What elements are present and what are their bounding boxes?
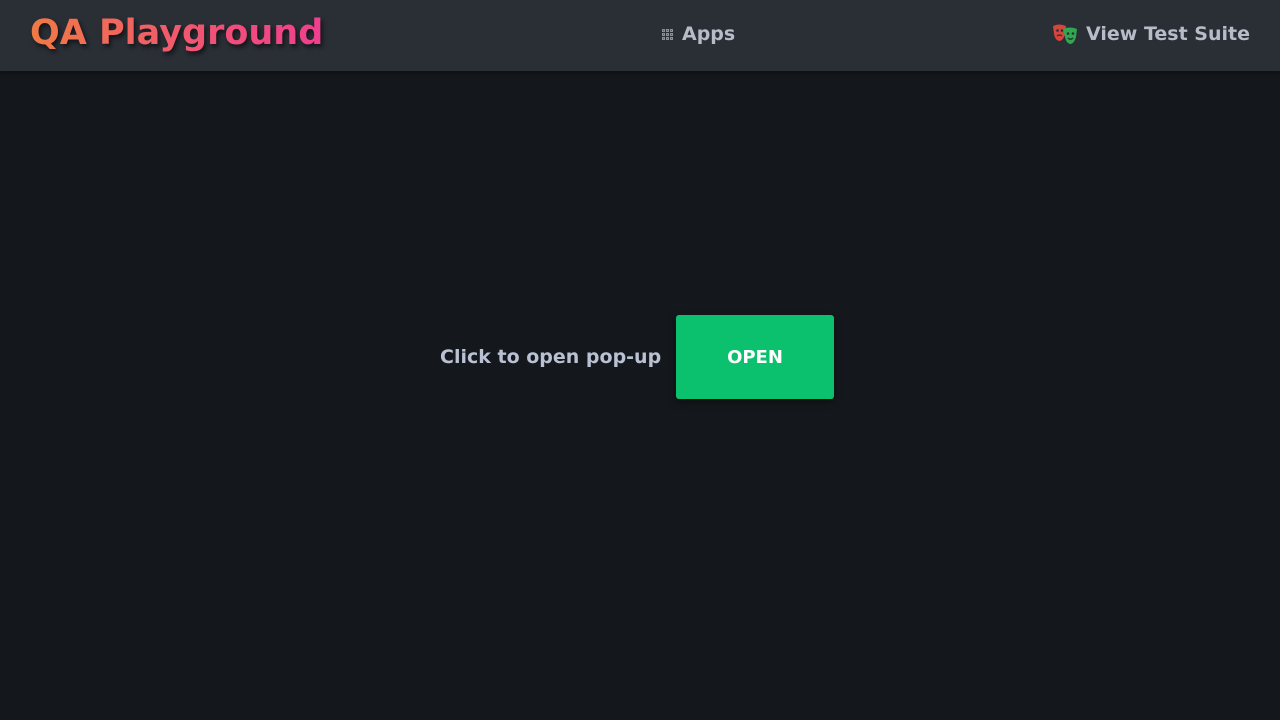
view-test-suite-link[interactable]: View Test Suite bbox=[1052, 23, 1250, 45]
apps-label: Apps bbox=[682, 23, 736, 45]
grid-icon bbox=[662, 29, 673, 40]
open-popup-button[interactable]: OPEN bbox=[676, 315, 834, 399]
logo[interactable]: QA Playground bbox=[30, 13, 323, 53]
apps-link[interactable]: Apps bbox=[662, 23, 735, 45]
popup-prompt-text: Click to open pop-up bbox=[440, 346, 662, 368]
top-header: QA Playground Apps View Test Suite bbox=[0, 0, 1280, 71]
theater-masks-icon bbox=[1053, 24, 1078, 44]
view-test-suite-label: View Test Suite bbox=[1086, 23, 1250, 45]
main-content: Click to open pop-up OPEN bbox=[0, 71, 1280, 720]
